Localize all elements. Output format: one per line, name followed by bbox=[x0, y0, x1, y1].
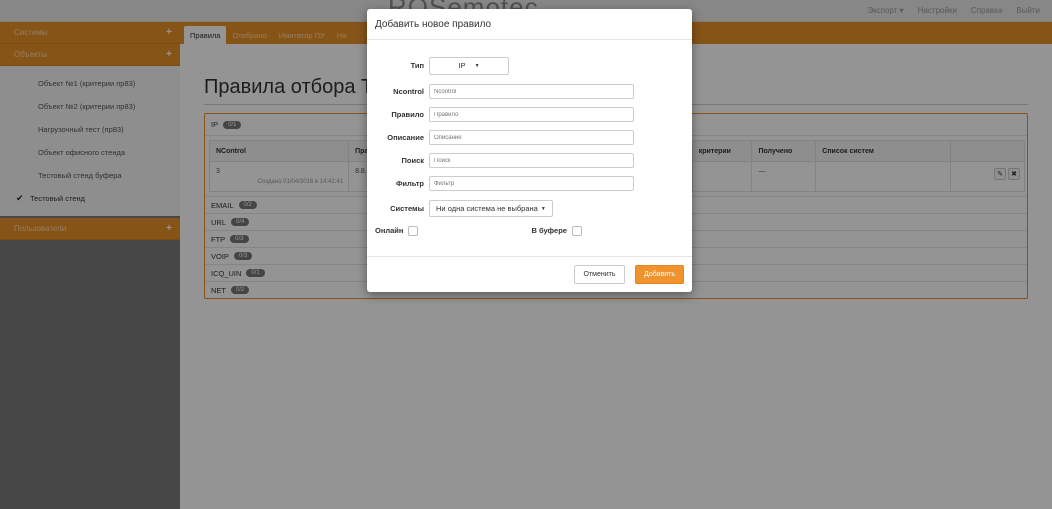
type-value: IP bbox=[458, 61, 466, 70]
caret-down-icon: ▼ bbox=[474, 62, 480, 69]
modal-title: Добавить новое правило bbox=[367, 9, 692, 40]
systems-label: Системы bbox=[390, 204, 424, 213]
description-row: Описание bbox=[367, 129, 692, 146]
cancel-button[interactable]: Отменить bbox=[574, 265, 625, 284]
caret-down-icon: ▼ bbox=[540, 205, 546, 212]
type-select[interactable]: IP ▼ bbox=[429, 56, 509, 75]
search-row: Поиск bbox=[367, 152, 692, 169]
type-label: Тип bbox=[410, 61, 424, 70]
systems-value: Ни одна система не выбрана bbox=[436, 204, 538, 213]
ncontrol-row: Ncontrol bbox=[367, 83, 692, 100]
buffer-label: В буфере bbox=[531, 226, 567, 235]
description-label: Описание bbox=[387, 133, 424, 142]
rule-row: Правило bbox=[367, 106, 692, 123]
filter-label: Фильтр bbox=[396, 179, 424, 188]
checkbox-row: Онлайн В буфере bbox=[367, 222, 692, 239]
modal-footer bbox=[367, 256, 692, 257]
ncontrol-label: Ncontrol bbox=[393, 87, 424, 96]
systems-select[interactable]: Ни одна система не выбрана ▼ bbox=[429, 200, 553, 217]
online-label: Онлайн bbox=[375, 226, 404, 235]
add-button[interactable]: Добавить bbox=[635, 265, 684, 284]
type-row: Тип IP ▼ bbox=[367, 56, 692, 75]
description-input[interactable] bbox=[429, 130, 634, 145]
systems-row: Системы Ни одна система не выбрана ▼ bbox=[367, 200, 692, 217]
search-label: Поиск bbox=[401, 156, 424, 165]
ncontrol-input[interactable] bbox=[429, 84, 634, 99]
filter-input[interactable] bbox=[429, 176, 634, 191]
search-input[interactable] bbox=[429, 153, 634, 168]
filter-row: Фильтр bbox=[367, 175, 692, 192]
buffer-checkbox[interactable] bbox=[571, 225, 582, 236]
add-rule-modal: Добавить новое правило Тип IP ▼ Ncontrol… bbox=[367, 9, 692, 292]
rule-input[interactable] bbox=[429, 107, 634, 122]
online-checkbox[interactable] bbox=[408, 225, 419, 236]
rule-label: Правило bbox=[391, 110, 424, 119]
